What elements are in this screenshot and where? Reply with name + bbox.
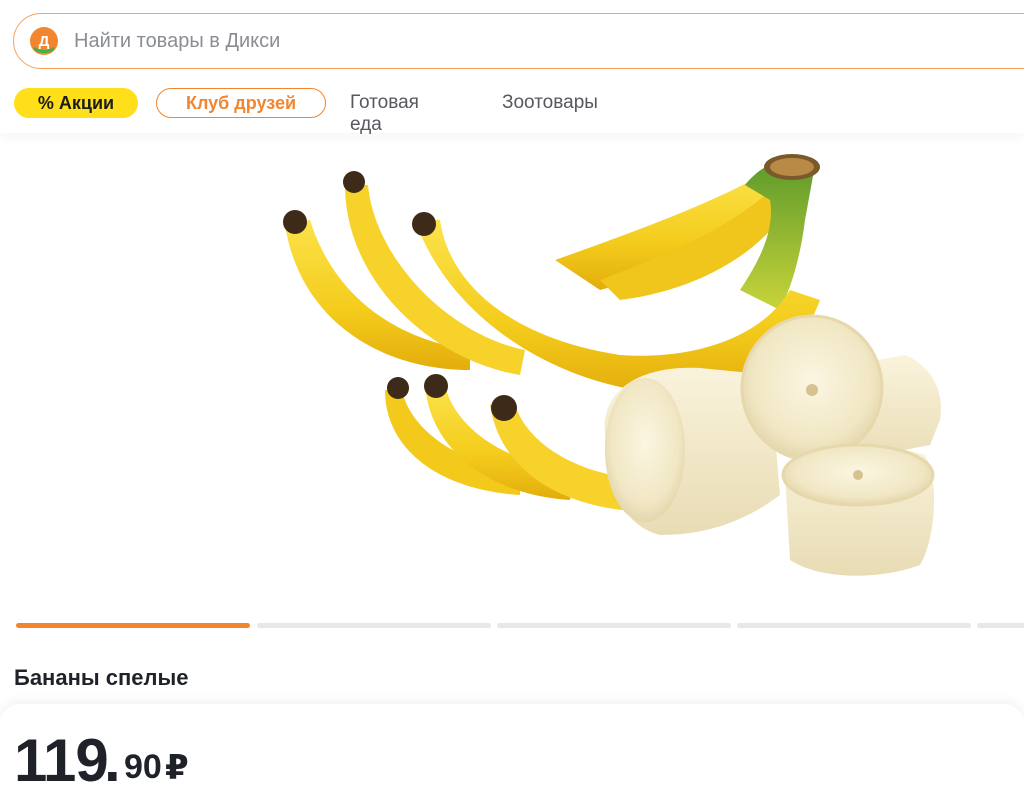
logo-letter: Д	[39, 33, 50, 50]
price-separator: .	[104, 727, 121, 794]
gallery-dot[interactable]	[977, 623, 1024, 628]
product-title: Бананы спелые	[14, 665, 189, 690]
promo-chip[interactable]: % Акции	[14, 88, 138, 118]
gallery-dot[interactable]	[737, 623, 971, 628]
price-currency: ₽	[165, 749, 189, 787]
header: Д Найти товары в Дикси % Акции Клуб друз…	[0, 0, 1024, 136]
product-page: Д Найти товары в Дикси % Акции Клуб друз…	[0, 0, 1024, 794]
product-image[interactable]	[0, 140, 1024, 600]
search-bar[interactable]: Д Найти товары в Дикси	[13, 13, 1024, 69]
price-integer: 119	[14, 727, 109, 794]
nav-link-pet-goods[interactable]: Зоотовары	[502, 92, 598, 114]
price-fraction: 90	[124, 748, 162, 786]
gallery-dot-active[interactable]	[16, 623, 250, 628]
gallery-dot[interactable]	[497, 623, 731, 628]
nav-link-ready-food[interactable]: Готовая еда	[350, 92, 419, 136]
search-input[interactable]: Найти товары в Дикси	[74, 30, 280, 53]
gallery-dot[interactable]	[257, 623, 491, 628]
price-card: 119 . 90 ₽	[0, 704, 1024, 794]
friends-club-chip[interactable]: Клуб друзей	[156, 88, 326, 118]
dixy-logo-icon: Д	[30, 27, 58, 55]
